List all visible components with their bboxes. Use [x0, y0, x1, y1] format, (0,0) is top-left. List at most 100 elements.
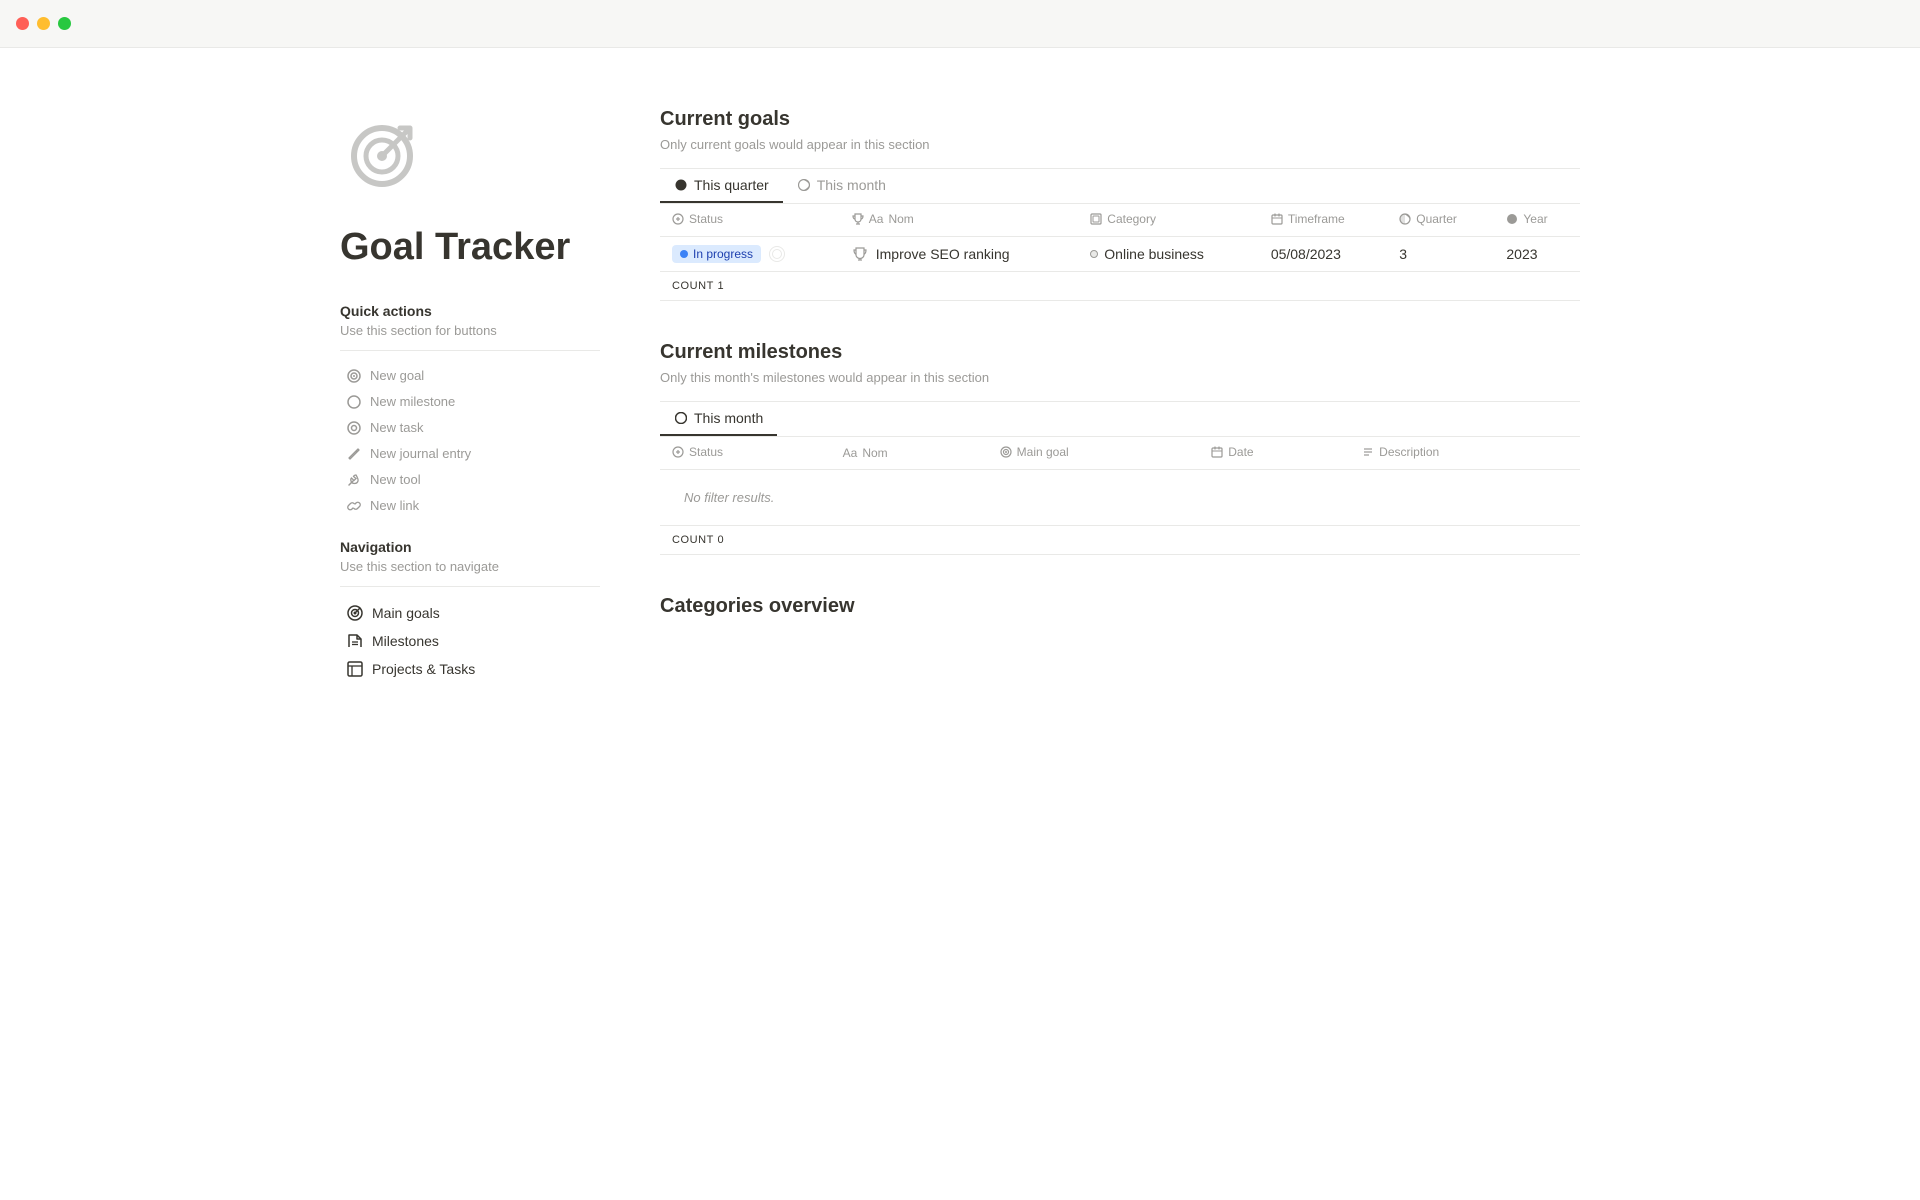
current-milestones-title: Current milestones	[660, 341, 1580, 364]
row-quarter-value: 3	[1399, 246, 1407, 262]
nav-milestones[interactable]: Milestones	[340, 627, 600, 655]
row-year-cell: 2023	[1494, 237, 1580, 272]
new-milestone-icon	[346, 394, 362, 410]
action-new-task[interactable]: New task	[340, 415, 600, 441]
row-timeframe-cell: 05/08/2023	[1259, 237, 1387, 272]
action-new-goal[interactable]: New goal	[340, 363, 600, 389]
main-goals-icon	[346, 604, 364, 622]
new-journal-entry-label: New journal entry	[370, 446, 471, 461]
ms-col-nom: Aa Nom	[831, 437, 988, 470]
tab-this-quarter[interactable]: This quarter	[660, 169, 783, 203]
new-task-icon	[346, 420, 362, 436]
categories-overview-section: Categories overview	[660, 595, 1580, 618]
navigation-divider	[340, 586, 600, 587]
quick-actions-section: Quick actions Use this section for butto…	[340, 303, 600, 519]
row-year-value: 2023	[1506, 246, 1537, 262]
main-goals-label: Main goals	[372, 605, 440, 621]
close-button[interactable]	[16, 17, 29, 30]
new-milestone-label: New milestone	[370, 394, 455, 409]
this-month-label: This month	[817, 177, 886, 193]
quick-actions-heading: Quick actions	[340, 303, 600, 319]
col-status-label: Status	[689, 212, 723, 226]
tab-this-month[interactable]: This month	[783, 169, 900, 203]
new-link-icon	[346, 498, 362, 514]
row-nom-value: Improve SEO ranking	[876, 246, 1010, 262]
milestones-this-month-label: This month	[694, 410, 763, 426]
quick-actions-list: New goal New milestone	[340, 363, 600, 519]
action-new-milestone[interactable]: New milestone	[340, 389, 600, 415]
new-link-label: New link	[370, 498, 419, 513]
this-quarter-tab-icon	[674, 178, 688, 192]
quick-actions-divider	[340, 350, 600, 351]
ms-col-date: Date	[1199, 437, 1350, 470]
col-category-label: Category	[1107, 212, 1156, 226]
col-category: Category	[1078, 204, 1259, 237]
current-milestones-desc: Only this month's milestones would appea…	[660, 370, 1580, 385]
ms-main-goal-col-icon	[1000, 446, 1012, 458]
milestones-tabs: This month	[660, 402, 1580, 436]
milestones-label: Milestones	[372, 633, 439, 649]
category-dot	[1090, 250, 1098, 258]
nav-main-goals[interactable]: Main goals	[340, 599, 600, 627]
quick-actions-subtext: Use this section for buttons	[340, 323, 600, 338]
nav-projects-tasks[interactable]: Projects & Tasks	[340, 655, 600, 683]
col-timeframe-label: Timeframe	[1288, 212, 1345, 226]
row-category-cell: Online business	[1078, 237, 1259, 272]
current-goals-tabs-container: This quarter This month	[660, 169, 1580, 204]
new-journal-entry-icon	[346, 446, 362, 462]
milestones-no-results-row: No filter results.	[660, 470, 1580, 526]
milestones-table-header: Status Aa Nom	[660, 437, 1580, 470]
milestones-tabs-container: This month	[660, 402, 1580, 437]
navigation-subtext: Use this section to navigate	[340, 559, 600, 574]
trophy-col-icon	[852, 213, 864, 225]
goal-tracker-icon	[340, 108, 430, 198]
col-status: Status	[660, 204, 840, 237]
current-goals-table-header: Status	[660, 204, 1580, 237]
ms-col-main-goal-label: Main goal	[1017, 445, 1069, 459]
sidebar: Goal Tracker Quick actions Use this sect…	[340, 108, 600, 683]
quarter-col-icon	[1399, 213, 1411, 225]
col-quarter: Quarter	[1387, 204, 1494, 237]
current-goals-tabs: This quarter This month	[660, 169, 1580, 203]
page-header: Goal Tracker	[340, 108, 600, 271]
category-col-icon	[1090, 213, 1102, 225]
current-milestones-count: COUNT 0	[660, 526, 1580, 555]
current-goals-table: Status	[660, 204, 1580, 272]
current-goals-desc: Only current goals would appear in this …	[660, 137, 1580, 152]
main-container: Goal Tracker Quick actions Use this sect…	[260, 48, 1660, 723]
new-tool-label: New tool	[370, 472, 421, 487]
new-task-label: New task	[370, 420, 423, 435]
year-col-icon	[1506, 213, 1518, 225]
col-timeframe: Timeframe	[1259, 204, 1387, 237]
ms-col-status-label: Status	[689, 445, 723, 459]
action-new-journal-entry[interactable]: New journal entry	[340, 441, 600, 467]
titlebar	[0, 0, 1920, 48]
page-title: Goal Tracker	[340, 225, 600, 271]
ms-col-description: Description	[1350, 437, 1580, 470]
new-goal-label: New goal	[370, 368, 424, 383]
row-status-cell: In progress	[660, 237, 840, 272]
tab-milestones-this-month[interactable]: This month	[660, 402, 777, 436]
navigation-section: Navigation Use this section to navigate …	[340, 539, 600, 683]
milestones-this-month-icon	[674, 411, 688, 425]
row-category-value: Online business	[1104, 246, 1204, 262]
table-row[interactable]: In progress	[660, 237, 1580, 272]
ms-col-description-label: Description	[1379, 445, 1439, 459]
status-col-icon	[672, 213, 684, 225]
row-quarter-cell: 3	[1387, 237, 1494, 272]
ms-description-col-icon	[1362, 446, 1374, 458]
new-tool-icon	[346, 472, 362, 488]
navigation-heading: Navigation	[340, 539, 600, 555]
projects-tasks-icon	[346, 660, 364, 678]
minimize-button[interactable]	[37, 17, 50, 30]
row-select-circle[interactable]	[769, 246, 785, 262]
new-goal-icon	[346, 368, 362, 384]
status-badge: In progress	[672, 245, 761, 263]
this-quarter-tab-label: This quarter	[694, 177, 769, 193]
action-new-tool[interactable]: New tool	[340, 467, 600, 493]
content-area: Current goals Only current goals would a…	[660, 108, 1580, 683]
maximize-button[interactable]	[58, 17, 71, 30]
timeframe-col-icon	[1271, 213, 1283, 225]
action-new-link[interactable]: New link	[340, 493, 600, 519]
nom-row-icon	[852, 246, 868, 262]
